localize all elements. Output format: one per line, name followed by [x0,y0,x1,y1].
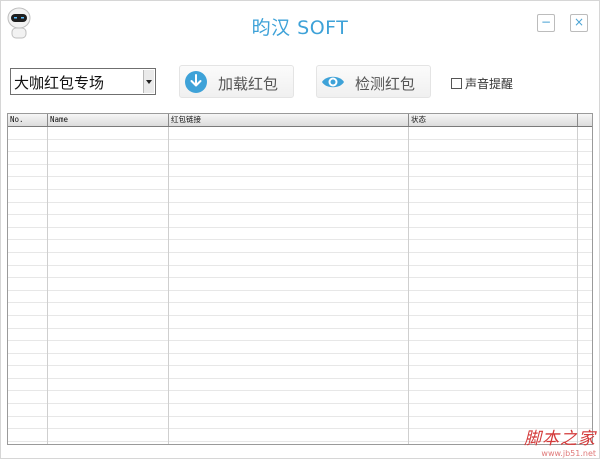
detect-button-label: 检测红包 [355,75,416,93]
table-row[interactable] [8,140,592,153]
table-row[interactable] [8,291,592,304]
download-icon [185,71,207,93]
packet-table: No. Name 红包链接 状态 [7,113,593,445]
table-row[interactable] [8,203,592,216]
table-row[interactable] [8,278,592,291]
table-row[interactable] [8,391,592,405]
table-row[interactable] [8,127,592,140]
table-row[interactable] [8,341,592,354]
table-row[interactable] [8,266,592,279]
table-row[interactable] [8,303,592,316]
category-select-value: 大咖红包专场 [14,74,105,92]
table-row[interactable] [8,240,592,253]
eye-icon [322,76,344,88]
category-select[interactable]: 大咖红包专场 [10,68,156,95]
table-row[interactable] [8,253,592,266]
table-row[interactable] [8,228,592,241]
table-row[interactable] [8,316,592,329]
table-row[interactable] [8,354,592,367]
table-row[interactable] [8,404,592,417]
table-row[interactable] [8,366,592,379]
column-divider [577,127,578,444]
column-divider [168,127,169,444]
column-header-no[interactable]: No. [8,114,48,126]
table-row[interactable] [8,152,592,165]
app-title: 昀汉 SOFT [251,17,349,39]
load-button-label: 加载红包 [218,75,279,93]
load-button[interactable]: 加载红包 [179,65,294,98]
table-row[interactable] [8,215,592,228]
title-bar: 昀汉 SOFT − × [0,0,600,46]
column-header-link[interactable]: 红包链接 [169,114,409,126]
table-body [8,127,592,442]
minimize-button[interactable]: − [537,14,555,32]
watermark-text: 脚本之家 [524,429,596,449]
table-row[interactable] [8,379,592,392]
column-divider [408,127,409,444]
column-header-status[interactable]: 状态 [409,114,578,126]
column-header-name[interactable]: Name [48,114,169,126]
sound-alert-checkbox[interactable] [451,78,462,89]
table-header: No. Name 红包链接 状态 [8,114,592,127]
table-row[interactable] [8,165,592,178]
table-row[interactable] [8,329,592,342]
chevron-down-icon[interactable] [143,70,154,93]
table-row[interactable] [8,177,592,190]
detect-button[interactable]: 检测红包 [316,65,431,98]
column-divider [47,127,48,444]
close-button[interactable]: × [570,14,588,32]
sound-alert-label: 声音提醒 [465,77,514,91]
watermark-url: www.jb51.net [541,449,596,458]
table-row[interactable] [8,190,592,203]
watermark: 脚本之家 www.jb51.net [496,424,596,458]
